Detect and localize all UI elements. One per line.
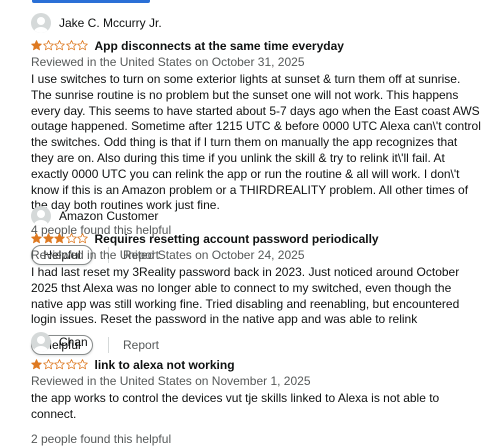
star-empty-icon (77, 233, 88, 244)
star-empty-icon (54, 40, 65, 51)
avatar (31, 13, 51, 33)
person-icon (34, 336, 48, 352)
star-filled-icon (42, 233, 54, 244)
review-body: I use switches to turn on some exterior … (31, 72, 481, 213)
review-body: I had last reset my 3Reality password ba… (31, 265, 460, 327)
review-date: Reviewed in the United States on Novembe… (31, 374, 311, 388)
reviewer-profile[interactable]: Jake C. Mccurry Jr. (31, 13, 486, 33)
star-empty-icon (42, 359, 54, 370)
star-rating (31, 359, 89, 370)
person-icon (34, 210, 48, 226)
review-date: Reviewed in the United States on October… (31, 55, 305, 69)
helpful-count: 2 people found this helpful (31, 431, 172, 446)
star-empty-icon (77, 359, 88, 370)
reviewer-name: Amazon Customer (59, 209, 159, 223)
avatar (31, 206, 51, 226)
star-empty-icon (77, 40, 88, 51)
review-title[interactable]: Requires resetting account password peri… (95, 232, 379, 246)
review-title[interactable]: App disconnects at the same time everyda… (95, 39, 344, 53)
star-empty-icon (54, 359, 65, 370)
reviewer-profile[interactable]: Amazon Customer (31, 206, 486, 226)
star-empty-icon (65, 40, 77, 51)
star-filled-icon (31, 233, 42, 244)
star-rating (31, 233, 89, 244)
review-card: Chan link to alexa not working Reviewed … (31, 332, 486, 446)
review-date: Reviewed in the United States on October… (31, 248, 305, 262)
star-empty-icon (65, 359, 77, 370)
star-rating (31, 40, 89, 51)
star-filled-icon (54, 233, 65, 244)
star-empty-icon (65, 233, 77, 244)
review-body: the app works to control the devices vut… (31, 391, 440, 421)
star-filled-icon (31, 359, 42, 370)
top-accent-bar (32, 0, 150, 3)
star-filled-icon (31, 40, 42, 51)
avatar (31, 332, 51, 352)
reviewer-name: Jake C. Mccurry Jr. (59, 16, 162, 30)
person-icon (34, 17, 48, 33)
reviewer-name: Chan (59, 335, 88, 349)
reviewer-profile[interactable]: Chan (31, 332, 486, 352)
review-title[interactable]: link to alexa not working (95, 358, 235, 372)
star-empty-icon (42, 40, 54, 51)
